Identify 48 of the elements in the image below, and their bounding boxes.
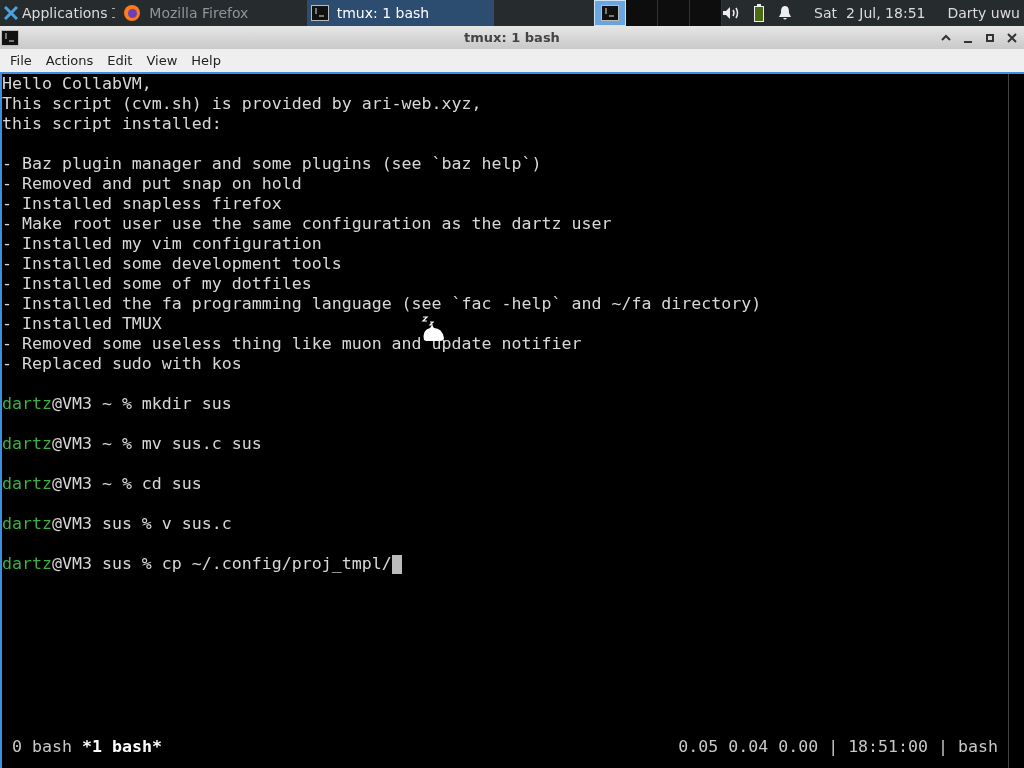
terminal-line: - Baz plugin manager and some plugins (see `baz help`): [2, 154, 542, 174]
prompt-user: dartz: [2, 474, 52, 494]
menu-item[interactable]: Help: [184, 50, 228, 71]
firefox-icon: [123, 4, 142, 22]
menu-item[interactable]: Actions: [38, 50, 101, 71]
terminal-line: - Installed snapless firefox: [2, 194, 282, 214]
terminal-line: - Installed some of my dotfiles: [2, 274, 312, 294]
terminal-line: - Installed some development tools: [2, 254, 342, 274]
maximize-icon[interactable]: [984, 31, 996, 44]
menu-item[interactable]: File: [3, 50, 39, 71]
status-info: 0.05 0.04 0.00 | 18:51:00 | bash: [678, 737, 998, 757]
terminal-icon: [601, 5, 620, 21]
command-line: @VM3 ~ % cd sus: [51, 474, 202, 494]
terminal-line: - Installed the fa programming language (see `fac -help` and ~/fa directory): [2, 294, 762, 314]
terminal-line: this script installed:: [2, 114, 222, 134]
speaker-icon[interactable]: [722, 6, 741, 20]
terminal-line: - Replaced sudo with kos: [2, 354, 242, 374]
xfce-logo-icon: [4, 6, 18, 20]
battery-icon[interactable]: [754, 4, 765, 22]
applications-menu[interactable]: Applications: [0, 0, 112, 26]
window-title: tmux: 1 bash: [464, 28, 560, 47]
bell-icon[interactable]: [778, 5, 793, 21]
menu-item[interactable]: Edit: [100, 50, 140, 71]
terminal-line: - Removed some useless thing like muon and update notifier: [2, 334, 582, 354]
separator-icon: [111, 8, 116, 18]
terminal-line: - Installed TMUX: [2, 314, 162, 334]
terminal-line: - Installed my vim configuration: [2, 234, 322, 254]
tmux-window-tab[interactable]: 0 bash: [12, 737, 72, 757]
clock[interactable]: Sat 2 Jul, 18:51: [814, 2, 926, 24]
prompt-user: dartz: [2, 554, 52, 574]
close-icon[interactable]: [1006, 31, 1018, 44]
terminal-icon: [1, 29, 19, 46]
user-name[interactable]: Darty uwu: [947, 2, 1020, 24]
terminal-icon: [310, 5, 329, 21]
menu-item[interactable]: View: [139, 50, 185, 71]
tmux-window-tab[interactable]: *1 bash*: [81, 737, 162, 757]
terminal-line: - Make root user use the same configuration as the dartz user: [2, 214, 612, 234]
terminal-line: Hello CollabVM,: [2, 74, 152, 94]
command-line: @VM3 ~ % mkdir sus: [51, 394, 232, 414]
terminal-line: - Removed and put snap on hold: [2, 174, 302, 194]
command-line: @VM3 ~ % mv sus.c sus: [51, 434, 262, 454]
prompt-user: dartz: [2, 434, 52, 454]
command-line: @VM3 sus % v sus.c: [51, 514, 232, 534]
command-line: @VM3 sus % cp ~/.config/proj_tmpl/: [51, 554, 392, 574]
prompt-user: dartz: [2, 394, 52, 414]
prompt-user: dartz: [2, 514, 52, 534]
taskbar-button[interactable]: tmux: 1 bash: [306, 0, 495, 26]
terminal-line: This script (cvm.sh) is provided by ari-web.xyz,: [2, 94, 482, 114]
